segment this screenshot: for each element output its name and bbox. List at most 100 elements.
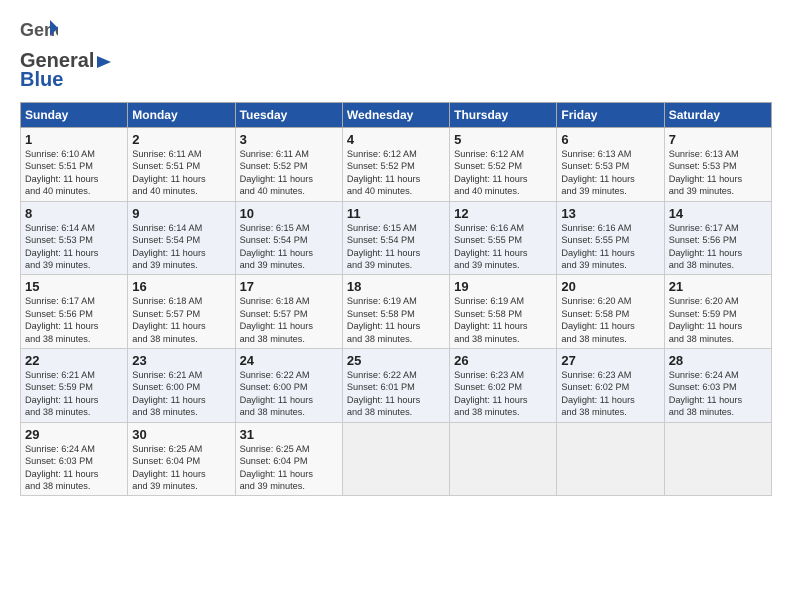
weekday-header-wednesday: Wednesday [342,103,449,128]
calendar-cell: 5Sunrise: 6:12 AMSunset: 5:52 PMDaylight… [450,128,557,202]
calendar-cell: 14Sunrise: 6:17 AMSunset: 5:56 PMDayligh… [664,201,771,275]
day-number: 20 [561,279,659,294]
calendar-cell [664,422,771,496]
calendar-cell: 7Sunrise: 6:13 AMSunset: 5:53 PMDaylight… [664,128,771,202]
day-number: 9 [132,206,230,221]
day-info: Sunrise: 6:15 AMSunset: 5:54 PMDaylight:… [240,222,338,272]
calendar-cell: 3Sunrise: 6:11 AMSunset: 5:52 PMDaylight… [235,128,342,202]
calendar-cell [342,422,449,496]
day-info: Sunrise: 6:17 AMSunset: 5:56 PMDaylight:… [669,222,767,272]
day-info: Sunrise: 6:10 AMSunset: 5:51 PMDaylight:… [25,148,123,198]
day-info: Sunrise: 6:11 AMSunset: 5:52 PMDaylight:… [240,148,338,198]
day-info: Sunrise: 6:20 AMSunset: 5:58 PMDaylight:… [561,295,659,345]
day-number: 15 [25,279,123,294]
day-info: Sunrise: 6:23 AMSunset: 6:02 PMDaylight:… [454,369,552,419]
calendar-cell [450,422,557,496]
calendar-header-row: SundayMondayTuesdayWednesdayThursdayFrid… [21,103,772,128]
day-number: 11 [347,206,445,221]
calendar-cell: 25Sunrise: 6:22 AMSunset: 6:01 PMDayligh… [342,349,449,423]
day-info: Sunrise: 6:25 AMSunset: 6:04 PMDaylight:… [240,443,338,493]
calendar-cell: 29Sunrise: 6:24 AMSunset: 6:03 PMDayligh… [21,422,128,496]
calendar-cell: 13Sunrise: 6:16 AMSunset: 5:55 PMDayligh… [557,201,664,275]
logo-icon: General [20,18,58,50]
day-info: Sunrise: 6:16 AMSunset: 5:55 PMDaylight:… [454,222,552,272]
day-info: Sunrise: 6:14 AMSunset: 5:54 PMDaylight:… [132,222,230,272]
calendar-cell: 16Sunrise: 6:18 AMSunset: 5:57 PMDayligh… [128,275,235,349]
day-number: 8 [25,206,123,221]
calendar-week-row: 22Sunrise: 6:21 AMSunset: 5:59 PMDayligh… [21,349,772,423]
day-info: Sunrise: 6:19 AMSunset: 5:58 PMDaylight:… [454,295,552,345]
day-info: Sunrise: 6:21 AMSunset: 5:59 PMDaylight:… [25,369,123,419]
calendar-cell: 10Sunrise: 6:15 AMSunset: 5:54 PMDayligh… [235,201,342,275]
day-number: 24 [240,353,338,368]
day-info: Sunrise: 6:12 AMSunset: 5:52 PMDaylight:… [454,148,552,198]
day-info: Sunrise: 6:23 AMSunset: 6:02 PMDaylight:… [561,369,659,419]
day-number: 26 [454,353,552,368]
calendar-week-row: 15Sunrise: 6:17 AMSunset: 5:56 PMDayligh… [21,275,772,349]
calendar-cell: 28Sunrise: 6:24 AMSunset: 6:03 PMDayligh… [664,349,771,423]
day-info: Sunrise: 6:18 AMSunset: 5:57 PMDaylight:… [132,295,230,345]
day-number: 30 [132,427,230,442]
logo: General General Blue [20,18,114,92]
day-number: 19 [454,279,552,294]
calendar-week-row: 8Sunrise: 6:14 AMSunset: 5:53 PMDaylight… [21,201,772,275]
weekday-header-monday: Monday [128,103,235,128]
calendar-cell: 1Sunrise: 6:10 AMSunset: 5:51 PMDaylight… [21,128,128,202]
calendar-cell: 19Sunrise: 6:19 AMSunset: 5:58 PMDayligh… [450,275,557,349]
day-info: Sunrise: 6:15 AMSunset: 5:54 PMDaylight:… [347,222,445,272]
day-number: 16 [132,279,230,294]
calendar-cell: 22Sunrise: 6:21 AMSunset: 5:59 PMDayligh… [21,349,128,423]
calendar-cell: 18Sunrise: 6:19 AMSunset: 5:58 PMDayligh… [342,275,449,349]
day-number: 21 [669,279,767,294]
calendar-cell: 21Sunrise: 6:20 AMSunset: 5:59 PMDayligh… [664,275,771,349]
header: General General Blue [20,18,772,92]
calendar-cell: 15Sunrise: 6:17 AMSunset: 5:56 PMDayligh… [21,275,128,349]
calendar-cell: 6Sunrise: 6:13 AMSunset: 5:53 PMDaylight… [557,128,664,202]
logo-blue: Blue [20,69,63,92]
calendar-week-row: 1Sunrise: 6:10 AMSunset: 5:51 PMDaylight… [21,128,772,202]
day-info: Sunrise: 6:22 AMSunset: 6:01 PMDaylight:… [347,369,445,419]
calendar-cell: 12Sunrise: 6:16 AMSunset: 5:55 PMDayligh… [450,201,557,275]
calendar-cell: 9Sunrise: 6:14 AMSunset: 5:54 PMDaylight… [128,201,235,275]
day-number: 18 [347,279,445,294]
calendar-cell: 11Sunrise: 6:15 AMSunset: 5:54 PMDayligh… [342,201,449,275]
day-info: Sunrise: 6:12 AMSunset: 5:52 PMDaylight:… [347,148,445,198]
calendar-cell: 4Sunrise: 6:12 AMSunset: 5:52 PMDaylight… [342,128,449,202]
weekday-header-saturday: Saturday [664,103,771,128]
day-info: Sunrise: 6:21 AMSunset: 6:00 PMDaylight:… [132,369,230,419]
day-number: 1 [25,132,123,147]
calendar-cell: 24Sunrise: 6:22 AMSunset: 6:00 PMDayligh… [235,349,342,423]
calendar-cell: 30Sunrise: 6:25 AMSunset: 6:04 PMDayligh… [128,422,235,496]
day-info: Sunrise: 6:17 AMSunset: 5:56 PMDaylight:… [25,295,123,345]
day-number: 25 [347,353,445,368]
day-number: 28 [669,353,767,368]
calendar-cell: 23Sunrise: 6:21 AMSunset: 6:00 PMDayligh… [128,349,235,423]
day-number: 4 [347,132,445,147]
calendar-cell: 17Sunrise: 6:18 AMSunset: 5:57 PMDayligh… [235,275,342,349]
day-number: 27 [561,353,659,368]
day-info: Sunrise: 6:20 AMSunset: 5:59 PMDaylight:… [669,295,767,345]
day-number: 6 [561,132,659,147]
day-info: Sunrise: 6:24 AMSunset: 6:03 PMDaylight:… [669,369,767,419]
weekday-header-thursday: Thursday [450,103,557,128]
day-info: Sunrise: 6:11 AMSunset: 5:51 PMDaylight:… [132,148,230,198]
day-number: 31 [240,427,338,442]
calendar-cell: 31Sunrise: 6:25 AMSunset: 6:04 PMDayligh… [235,422,342,496]
day-number: 7 [669,132,767,147]
logo-arrow-icon [95,54,113,70]
calendar-cell: 27Sunrise: 6:23 AMSunset: 6:02 PMDayligh… [557,349,664,423]
day-info: Sunrise: 6:24 AMSunset: 6:03 PMDaylight:… [25,443,123,493]
calendar-cell: 2Sunrise: 6:11 AMSunset: 5:51 PMDaylight… [128,128,235,202]
page: General General Blue SundayMondayTuesday… [0,0,792,612]
day-number: 2 [132,132,230,147]
day-number: 23 [132,353,230,368]
day-number: 3 [240,132,338,147]
calendar-cell: 20Sunrise: 6:20 AMSunset: 5:58 PMDayligh… [557,275,664,349]
calendar-cell: 8Sunrise: 6:14 AMSunset: 5:53 PMDaylight… [21,201,128,275]
day-info: Sunrise: 6:13 AMSunset: 5:53 PMDaylight:… [561,148,659,198]
day-info: Sunrise: 6:14 AMSunset: 5:53 PMDaylight:… [25,222,123,272]
day-number: 13 [561,206,659,221]
calendar-cell: 26Sunrise: 6:23 AMSunset: 6:02 PMDayligh… [450,349,557,423]
calendar-cell [557,422,664,496]
calendar-table: SundayMondayTuesdayWednesdayThursdayFrid… [20,102,772,496]
